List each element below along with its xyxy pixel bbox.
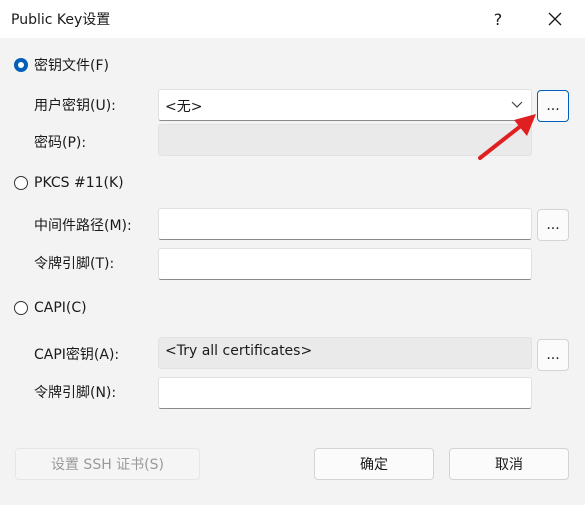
user-key-label: 用户密钥(U): [34, 98, 116, 114]
capi-token-pin-label: 令牌引脚(N): [34, 385, 117, 401]
close-button[interactable] [540, 4, 570, 34]
radio-pkcs11[interactable]: PKCS #11(K) [14, 175, 124, 191]
user-key-browse-button[interactable]: ... [537, 90, 569, 122]
middleware-path-label: 中间件路径(M): [34, 218, 132, 234]
middleware-path-field[interactable] [158, 208, 532, 240]
radio-pkcs11-indicator [14, 176, 28, 190]
annotation-arrow-icon [478, 114, 536, 160]
pkcs11-token-pin-field[interactable] [158, 248, 532, 280]
help-button[interactable]: ? [483, 4, 513, 34]
ok-button[interactable]: 确定 [314, 448, 434, 480]
chevron-down-icon [511, 101, 523, 108]
radio-capi[interactable]: CAPI(C) [14, 300, 87, 316]
capi-browse-button[interactable]: ... [537, 339, 569, 371]
set-ssh-certificate-button[interactable]: 设置 SSH 证书(S) [15, 448, 200, 480]
capi-key-value: <Try all certificates> [165, 343, 313, 359]
capi-token-pin-field[interactable] [158, 377, 532, 409]
capi-key-label: CAPI密钥(A): [34, 347, 120, 363]
password-label: 密码(P): [34, 135, 87, 151]
user-key-value: <无> [165, 99, 203, 115]
close-icon [548, 12, 562, 26]
capi-key-field[interactable]: <Try all certificates> [158, 337, 532, 369]
title-bar: Public Key设置 ? [0, 0, 585, 38]
middleware-browse-button[interactable]: ... [537, 209, 569, 241]
radio-keyfile[interactable]: 密钥文件(F) [14, 55, 109, 75]
cancel-button[interactable]: 取消 [449, 448, 569, 480]
radio-keyfile-indicator [14, 58, 28, 72]
radio-pkcs11-label: PKCS #11(K) [34, 175, 124, 191]
radio-keyfile-label: 密钥文件(F) [34, 58, 109, 74]
pkcs11-token-pin-label: 令牌引脚(T): [34, 256, 115, 272]
window-title: Public Key设置 [11, 12, 111, 28]
radio-capi-label: CAPI(C) [34, 300, 87, 316]
radio-capi-indicator [14, 301, 28, 315]
